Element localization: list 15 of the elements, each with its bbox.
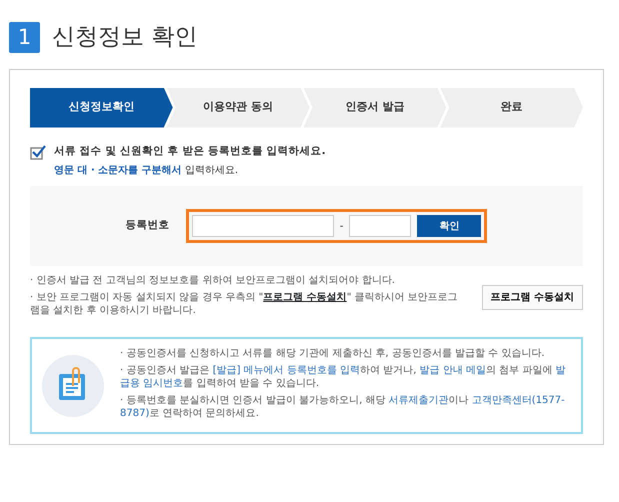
separator-text: - xyxy=(340,220,344,234)
info-text: · 공동인증서를 신청하시고 서류를 해당 기관에 제출하신 후, 공동인증서를 발급할 수 있습니다. xyxy=(120,347,546,360)
confirm-button[interactable]: 확인 xyxy=(417,215,482,238)
note-text: · 보안 프로그램이 자동 설치되지 않을 경우 우측의 "프로그램 수동설치" 클릭하시어 보안프로그램을 설치한 후 이용하시기 바랍니다. xyxy=(30,291,459,318)
input-field[interactable] xyxy=(192,215,334,238)
instruction-text: 서류 접수 및 신원확인 후 받은 등록번호를 입력하세요. xyxy=(54,144,326,158)
hint-text: 영문 대 · 소문자를 구분해서 입력하세요. xyxy=(54,164,240,178)
step-number: 1 xyxy=(9,22,40,53)
note-text: · 인증서 발급 전 고객님의 정보보호를 위하여 보안프로그램이 설치되어야 합니다. xyxy=(30,274,396,288)
section-title: 신청정보 확인 xyxy=(52,23,198,52)
input-field[interactable] xyxy=(349,215,412,238)
install-button[interactable]: 프로그램 수동설치 xyxy=(482,285,583,310)
info-text: · 공동인증서 발급은 [발급] 메뉴에서 등록번호를 입력하여 받거나, 발급 안내 메일의 첨부 파일에 발급용 임시번호를 입력하여 받을 수 있습니다. xyxy=(120,364,567,390)
field-label: 등록번호 xyxy=(126,218,170,234)
info-text: · 등록번호를 분실하시면 인증서 발급이 불가능하오니, 해당 서류제출기관이나 고객만족센터(1577-8787)로 연락하여 문의하세요. xyxy=(120,394,566,420)
